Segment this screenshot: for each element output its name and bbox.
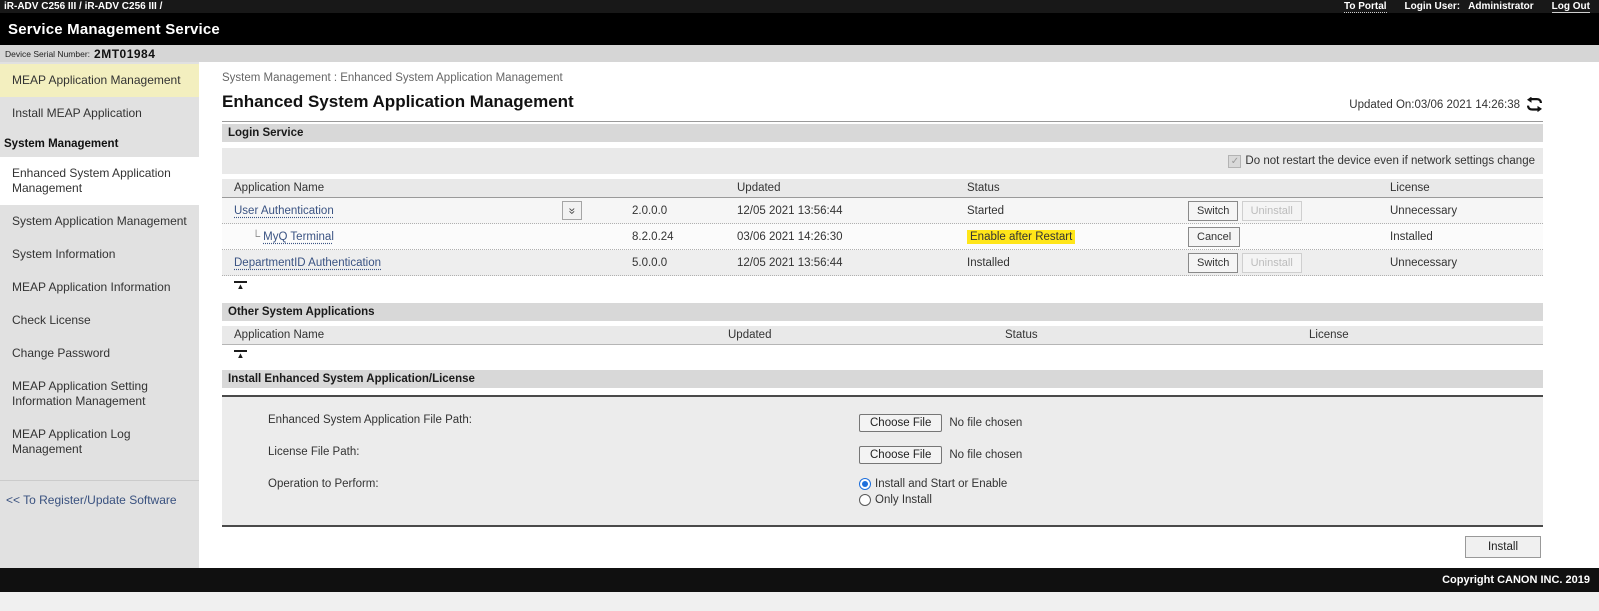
app-updated: 12/05 2021 13:56:44 (737, 255, 967, 271)
device-name: iR-ADV C256 III / iR-ADV C256 III / (4, 1, 162, 12)
cancel-button[interactable]: Cancel (1188, 227, 1240, 247)
sidebar-back-container: << To Register/Update Software (0, 480, 199, 519)
choose-file-button[interactable]: Choose File (859, 446, 942, 464)
file-chosen-text: No file chosen (949, 417, 1022, 429)
radio-install-and-start[interactable]: Install and Start or Enable (859, 478, 1007, 490)
app-title: Service Management Service (8, 21, 220, 38)
radio-label: Only Install (875, 494, 932, 506)
serial-value: 2MT01984 (94, 47, 155, 61)
login-user-value: Administrator (1468, 1, 1534, 12)
radio-selected-icon (859, 478, 871, 490)
other-apps-section-header: Other System Applications (222, 303, 1543, 321)
breadcrumb: System Management : Enhanced System Appl… (222, 72, 1543, 84)
departmentid-authentication-link[interactable]: DepartmentID Authentication (234, 257, 381, 269)
other-apps-table: Application Name Updated Status License (222, 326, 1543, 345)
column-license: License (1390, 180, 1543, 196)
double-chevron-up-icon: » (566, 207, 578, 214)
install-form: Enhanced System Application File Path: C… (222, 395, 1543, 527)
myq-terminal-link[interactable]: MyQ Terminal (263, 231, 334, 243)
register-update-software-link[interactable]: << To Register/Update Software (6, 493, 177, 507)
column-application-name: Application Name (222, 327, 728, 343)
table-row-user-authentication: User Authentication » 2.0.0.0 12/05 2021… (222, 198, 1543, 224)
login-table-header-row: Application Name Updated Status License (222, 179, 1543, 198)
switch-button[interactable]: Switch (1188, 201, 1238, 221)
app-license: Unnecessary (1390, 203, 1543, 219)
other-apps-header-row: Application Name Updated Status License (222, 326, 1543, 345)
sidebar-item-meap-application-information[interactable]: MEAP Application Information (0, 271, 199, 304)
app-status-highlighted: Enable after Restart (967, 230, 1075, 244)
login-service-table: Application Name Updated Status License … (222, 179, 1543, 276)
main-content: System Management : Enhanced System Appl… (199, 62, 1599, 568)
app-status: Started (967, 203, 1188, 219)
sidebar-item-meap-application-management[interactable]: MEAP Application Management (0, 64, 199, 97)
updated-on-text: Updated On:03/06 2021 14:26:38 (1349, 99, 1520, 111)
sidebar-item-check-license[interactable]: Check License (0, 304, 199, 337)
app-license: Installed (1390, 229, 1543, 245)
serial-bar: Device Serial Number: 2MT01984 (0, 45, 1599, 62)
page-title: Enhanced System Application Management (222, 92, 574, 112)
sidebar-section-system-management: System Management (0, 130, 199, 157)
switch-button[interactable]: Switch (1188, 253, 1238, 273)
app-version: 2.0.0.0 (632, 203, 737, 219)
sidebar: MEAP Application Management Install MEAP… (0, 62, 199, 568)
serial-label: Device Serial Number: (5, 49, 90, 59)
collapse-button[interactable]: » (562, 201, 582, 220)
scroll-to-top-icon[interactable]: ▲ (234, 281, 247, 291)
page: iR-ADV C256 III / iR-ADV C256 III / To P… (0, 0, 1599, 611)
sidebar-item-system-information[interactable]: System Information (0, 238, 199, 271)
restart-option-bar: ✓ Do not restart the device even if netw… (222, 148, 1543, 174)
scroll-to-top-icon[interactable]: ▲ (234, 350, 247, 360)
app-title-bar: Service Management Service (0, 13, 1599, 45)
sidebar-item-meap-application-log-management[interactable]: MEAP Application Log Management (0, 418, 199, 466)
install-button[interactable]: Install (1465, 536, 1541, 558)
refresh-icon[interactable] (1526, 97, 1543, 112)
copyright-text: Copyright CANON INC. 2019 (1442, 574, 1590, 586)
sidebar-item-change-password[interactable]: Change Password (0, 337, 199, 370)
do-not-restart-label: Do not restart the device even if networ… (1245, 155, 1535, 167)
app-version: 8.2.0.24 (632, 229, 737, 245)
radio-label: Install and Start or Enable (875, 478, 1007, 490)
file-chosen-text: No file chosen (949, 449, 1022, 461)
column-license: License (1309, 327, 1543, 343)
column-application-name: Application Name (222, 180, 562, 196)
uninstall-button[interactable]: Uninstall (1242, 201, 1302, 221)
radio-only-install[interactable]: Only Install (859, 494, 1007, 506)
device-titlebar: iR-ADV C256 III / iR-ADV C256 III / To P… (0, 0, 1599, 13)
app-license: Unnecessary (1390, 255, 1543, 271)
to-portal-link[interactable]: To Portal (1344, 1, 1387, 13)
logout-link[interactable]: Log Out (1552, 1, 1590, 13)
radio-unselected-icon (859, 494, 871, 506)
table-row-myq-terminal: └MyQ Terminal 8.2.0.24 03/06 2021 14:26:… (222, 224, 1543, 250)
do-not-restart-checkbox[interactable]: ✓ (1228, 155, 1241, 168)
column-updated: Updated (737, 180, 967, 196)
footer-bar: Copyright CANON INC. 2019 (0, 568, 1599, 592)
install-section-header: Install Enhanced System Application/Lice… (222, 370, 1543, 388)
sidebar-item-enhanced-system-application-management[interactable]: Enhanced System Application Management (0, 157, 199, 205)
choose-file-button[interactable]: Choose File (859, 414, 942, 432)
app-version: 5.0.0.0 (632, 255, 737, 271)
child-branch-icon: └ (252, 231, 260, 243)
login-user-label: Login User: (1405, 1, 1461, 12)
sidebar-item-system-application-management[interactable]: System Application Management (0, 205, 199, 238)
sidebar-item-install-meap-application[interactable]: Install MEAP Application (0, 97, 199, 130)
user-authentication-link[interactable]: User Authentication (234, 205, 334, 217)
sidebar-item-meap-application-setting-information-management[interactable]: MEAP Application Setting Information Man… (0, 370, 199, 418)
column-status: Status (967, 180, 1188, 196)
uninstall-button[interactable]: Uninstall (1242, 253, 1302, 273)
app-status: Installed (967, 255, 1188, 271)
table-row-departmentid-authentication: DepartmentID Authentication 5.0.0.0 12/0… (222, 250, 1543, 276)
license-file-path-label: License File Path: (222, 446, 859, 458)
column-updated: Updated (728, 327, 1005, 343)
login-service-section-header: Login Service (222, 124, 1543, 142)
app-file-path-label: Enhanced System Application File Path: (222, 414, 859, 426)
app-updated: 12/05 2021 13:56:44 (737, 203, 967, 219)
login-user: Login User: Administrator (1405, 1, 1534, 12)
app-updated: 03/06 2021 14:26:30 (737, 229, 967, 245)
bottom-strip (0, 592, 1599, 611)
column-status: Status (1005, 327, 1309, 343)
operation-to-perform-label: Operation to Perform: (222, 478, 859, 490)
